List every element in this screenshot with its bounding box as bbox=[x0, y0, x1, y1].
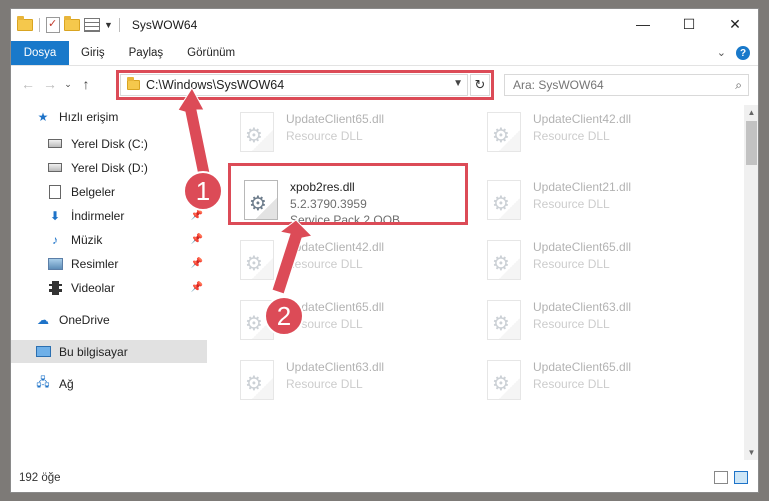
arrow-2-icon bbox=[271, 219, 314, 295]
annotation-arrows bbox=[177, 87, 314, 295]
step-2-badge: 2 bbox=[264, 296, 304, 336]
arrow-1-icon bbox=[177, 87, 212, 181]
step-1-badge: 1 bbox=[183, 171, 223, 211]
